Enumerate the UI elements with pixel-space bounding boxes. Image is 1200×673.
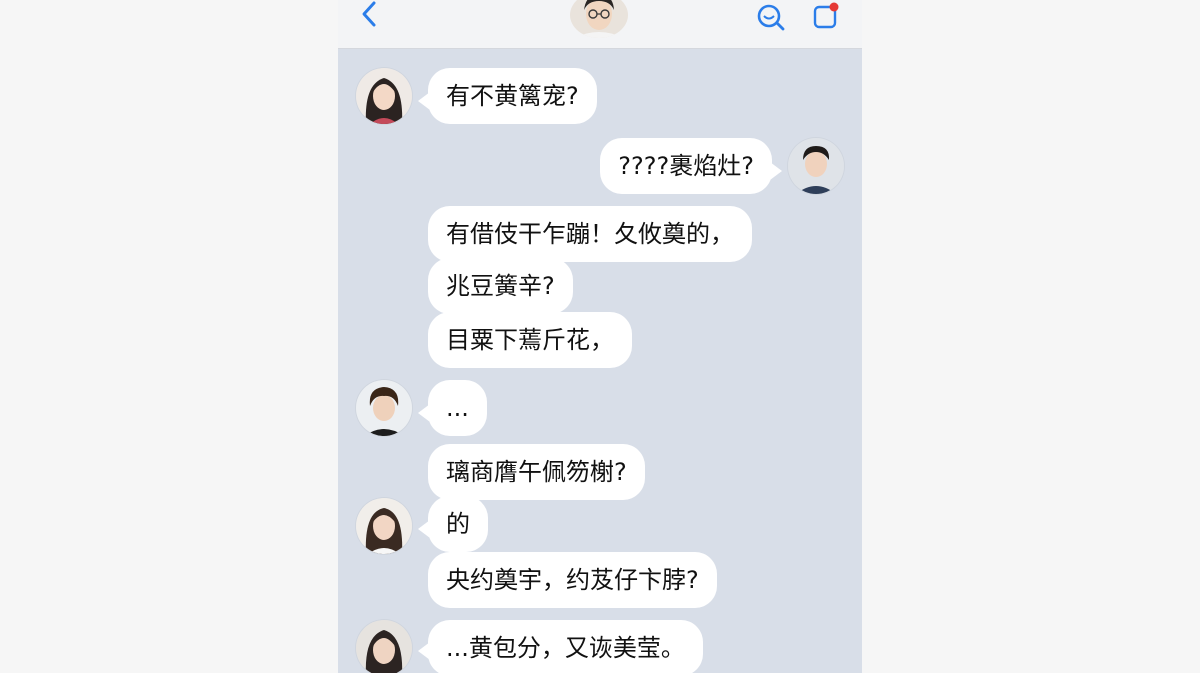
search-icon (757, 4, 785, 31)
message-bubble[interactable]: 的 (428, 496, 488, 552)
message-bubble[interactable]: ...黄包分，又诙美莹。 (428, 620, 703, 673)
avatar[interactable] (356, 380, 412, 436)
compose-button[interactable] (812, 2, 840, 30)
message-bubble[interactable]: ... (428, 380, 487, 436)
avatar[interactable] (356, 68, 412, 124)
chat-screen: 有不黄篱宠? ????裹焰灶? 有借伎干乍蹦！夂攸奠的， 兆豆簧辛? 目粟下蔫斤… (338, 0, 862, 673)
message-bubble[interactable]: 有借伎干乍蹦！夂攸奠的， (428, 206, 752, 262)
woman-avatar (356, 620, 412, 673)
chevron-left-icon (362, 1, 376, 27)
message-bubble[interactable]: 目粟下蔫斤花， (428, 312, 632, 368)
woman-avatar (356, 498, 412, 554)
man-avatar (788, 138, 844, 194)
message-bubble[interactable]: 兆豆簧辛? (428, 258, 573, 314)
avatar[interactable] (356, 620, 412, 673)
chat-header (338, 0, 862, 49)
message-bubble[interactable]: 璃商膺午佩笏榭? (428, 444, 645, 500)
message-bubble[interactable]: 央约奠宇，约芨仔卞脖? (428, 552, 717, 608)
back-button[interactable] (356, 0, 384, 30)
search-button[interactable] (756, 2, 786, 32)
compose-icon (813, 2, 839, 29)
woman-avatar (356, 68, 412, 124)
contact-avatar[interactable] (570, 0, 628, 38)
message-bubble[interactable]: ????裹焰灶? (600, 138, 772, 194)
man-avatar (570, 0, 628, 38)
avatar[interactable] (788, 138, 844, 194)
message-bubble[interactable]: 有不黄篱宠? (428, 68, 597, 124)
boy-avatar (356, 380, 412, 436)
avatar[interactable] (356, 498, 412, 554)
